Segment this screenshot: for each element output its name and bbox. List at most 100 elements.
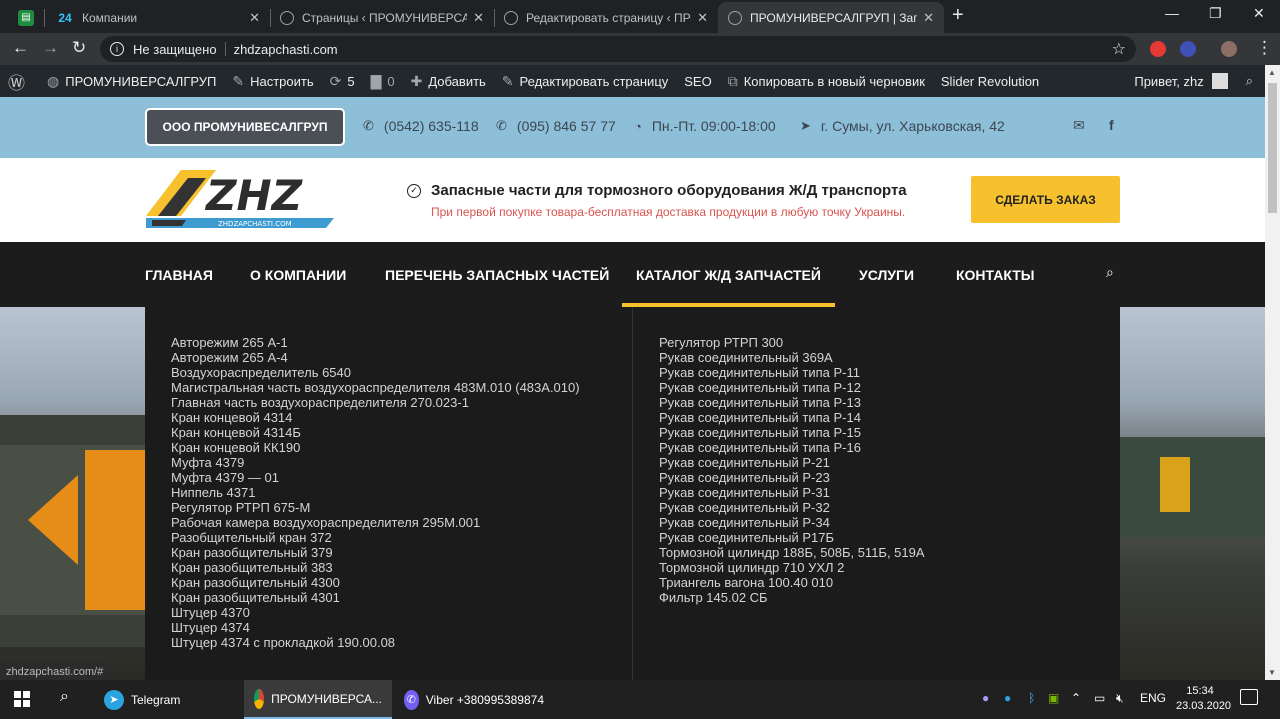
catalog-link[interactable]: Тормозной цилиндр 710 УХЛ 2 [659, 560, 925, 575]
catalog-link[interactable]: Рукав соединительный Р-34 [659, 515, 925, 530]
wp-add-new[interactable]: ✚ Добавить [403, 73, 494, 90]
catalog-link[interactable]: Штуцер 4370 [171, 605, 580, 620]
catalog-link[interactable]: Рукав соединительный типа Р-13 [659, 395, 925, 410]
catalog-link[interactable]: Муфта 4379 — 01 [171, 470, 580, 485]
nvidia-icon[interactable]: ▣ [1048, 691, 1059, 705]
wp-slider-revolution[interactable]: Slider Revolution [933, 74, 1047, 89]
close-window-icon[interactable]: ✕ [1253, 5, 1265, 22]
language-indicator[interactable]: ENG [1140, 691, 1166, 705]
facebook-icon[interactable]: f [1109, 117, 1114, 133]
windows-start-icon[interactable] [14, 691, 30, 707]
taskbar-viber[interactable]: ✆ Viber +380995389874 [394, 680, 554, 719]
search-icon[interactable]: ⌕ [60, 688, 69, 706]
reload-icon[interactable]: ↻ [72, 38, 86, 58]
close-icon[interactable]: ✕ [249, 10, 260, 26]
zhz-logo[interactable]: ZHZ ZHDZAPCHASTI.COM [146, 170, 336, 230]
tab-sheets[interactable]: ▤ [8, 2, 48, 33]
catalog-link[interactable]: Кран разобщительный 4301 [171, 590, 580, 605]
profile-avatar[interactable] [1221, 41, 1237, 57]
viber-tray-icon[interactable]: ● [982, 691, 989, 705]
catalog-link[interactable]: Рукав соединительный типа Р-11 [659, 365, 925, 380]
wp-copy-draft[interactable]: ⧉ Копировать в новый черновик [720, 73, 933, 90]
catalog-link[interactable]: Штуцер 4374 [171, 620, 580, 635]
catalog-link[interactable]: Рукав соединительный Р-32 [659, 500, 925, 515]
telegram-tray-icon[interactable]: ● [1004, 691, 1011, 705]
tab-companies[interactable]: 24 Компании ✕ [46, 2, 270, 33]
wp-seo[interactable]: SEO [676, 74, 719, 89]
bookmark-star-icon[interactable]: ☆ [1112, 39, 1126, 59]
catalog-link[interactable]: Воздухораспределитель 6540 [171, 365, 580, 380]
catalog-link[interactable]: Регулятор РТРП 300 [659, 335, 925, 350]
wp-site-name[interactable]: ◍ ПРОМУНИВЕРСАЛГРУП [39, 73, 224, 90]
close-icon[interactable]: ✕ [923, 10, 934, 26]
wp-customize[interactable]: ✎ Настроить [224, 73, 321, 90]
page-scrollbar[interactable]: ▲ ▼ [1265, 65, 1280, 680]
catalog-link[interactable]: Рукав соединительный 369А [659, 350, 925, 365]
catalog-link[interactable]: Кран разобщительный 383 [171, 560, 580, 575]
tab-pages[interactable]: Страницы ‹ ПРОМУНИВЕРСАЛГ ✕ [270, 2, 494, 33]
restore-icon[interactable]: ❐ [1209, 5, 1222, 22]
battery-icon[interactable]: ▭ [1094, 691, 1105, 705]
wp-updates[interactable]: ⟳ 5 [322, 73, 363, 90]
catalog-link[interactable]: Кран разобщительный 379 [171, 545, 580, 560]
url-text[interactable]: zhdzapchasti.com [234, 42, 338, 57]
catalog-link[interactable]: Ниппель 4371 [171, 485, 580, 500]
catalog-link[interactable]: Авторежим 265 А-4 [171, 350, 580, 365]
catalog-link[interactable]: Разобщительный кран 372 [171, 530, 580, 545]
catalog-link[interactable]: Триангель вагона 100.40 010 [659, 575, 925, 590]
search-icon[interactable]: ⌕ [1106, 264, 1114, 281]
catalog-link[interactable]: Муфта 4379 [171, 455, 580, 470]
catalog-link[interactable]: Регулятор РТРП 675-М [171, 500, 580, 515]
catalog-link[interactable]: Кран концевой 4314Б [171, 425, 580, 440]
menu-item-parts-list[interactable]: ПЕРЕЧЕНЬ ЗАПАСНЫХ ЧАСТЕЙ [385, 242, 609, 307]
catalog-link[interactable]: Рукав соединительный Р-21 [659, 455, 925, 470]
menu-item-about[interactable]: О КОМПАНИИ [250, 242, 346, 307]
catalog-link[interactable]: Кран разобщительный 4300 [171, 575, 580, 590]
close-icon[interactable]: ✕ [697, 10, 708, 26]
wp-logo-icon[interactable]: Ⓦ [0, 69, 39, 94]
catalog-link[interactable]: Рукав соединительный типа Р-16 [659, 440, 925, 455]
catalog-link[interactable]: Тормозной цилиндр 188Б, 508Б, 511Б, 519А [659, 545, 925, 560]
search-icon[interactable]: ⌕ [1246, 73, 1253, 89]
chevron-up-icon[interactable]: ⌃ [1071, 691, 1081, 705]
wp-comments[interactable]: ▇ 0 [363, 73, 403, 90]
volume-muted-icon[interactable]: 🔇︎ [1116, 691, 1124, 706]
bluetooth-icon[interactable]: ᛒ [1028, 691, 1035, 705]
catalog-link[interactable]: Магистральная часть воздухораспределител… [171, 380, 580, 395]
catalog-link[interactable]: Фильтр 145.02 СБ [659, 590, 925, 605]
menu-item-home[interactable]: ГЛАВНАЯ [145, 242, 213, 307]
catalog-link[interactable]: Рукав соединительный Р-31 [659, 485, 925, 500]
catalog-link[interactable]: Рукав соединительный типа Р-15 [659, 425, 925, 440]
menu-item-services[interactable]: УСЛУГИ [859, 242, 914, 307]
taskbar-telegram[interactable]: ➤ Telegram [94, 680, 242, 719]
close-icon[interactable]: ✕ [473, 10, 484, 26]
catalog-link[interactable]: Рукав соединительный Р-23 [659, 470, 925, 485]
phone-2[interactable]: ✆ (095) 846 57 77 [496, 118, 616, 134]
back-icon[interactable]: ← [12, 38, 29, 58]
tab-site-active[interactable]: ПРОМУНИВЕРСАЛГРУП | Запчас ✕ [718, 2, 944, 33]
extension-icon[interactable] [1150, 41, 1166, 57]
menu-kebab-icon[interactable]: ⋮ [1256, 38, 1273, 58]
menu-item-contacts[interactable]: КОНТАКТЫ [956, 242, 1034, 307]
company-button[interactable]: ООО ПРОМУНИВЕСАЛГРУП [145, 108, 345, 146]
catalog-link[interactable]: Рукав соединительный типа Р-14 [659, 410, 925, 425]
forward-icon[interactable]: → [42, 38, 59, 58]
order-button[interactable]: СДЕЛАТЬ ЗАКАЗ [971, 176, 1120, 223]
wp-edit-page[interactable]: ✎ Редактировать страницу [494, 73, 676, 90]
tab-edit-page[interactable]: Редактировать страницу ‹ ПРОМ ✕ [494, 2, 718, 33]
taskbar-chrome[interactable]: ПРОМУНИВЕРСА... [244, 680, 392, 719]
catalog-link[interactable]: Рукав соединительный Р17Б [659, 530, 925, 545]
catalog-link[interactable]: Штуцер 4374 с прокладкой 190.00.08 [171, 635, 580, 650]
address-bar[interactable]: i Не защищено zhdzapchasti.com ☆ [100, 36, 1136, 62]
new-tab-button[interactable]: + [952, 4, 964, 27]
catalog-link[interactable]: Кран концевой КК190 [171, 440, 580, 455]
catalog-link[interactable]: Рабочая камера воздухораспределителя 295… [171, 515, 580, 530]
clock[interactable]: 15:34 23.03.2020 [1176, 684, 1231, 714]
minimize-icon[interactable]: — [1165, 5, 1179, 21]
catalog-link[interactable]: Главная часть воздухораспределителя 270.… [171, 395, 580, 410]
email-icon[interactable]: ✉ [1073, 117, 1085, 134]
notifications-icon[interactable] [1240, 689, 1258, 705]
catalog-link[interactable]: Кран концевой 4314 [171, 410, 580, 425]
catalog-link[interactable]: Рукав соединительный типа Р-12 [659, 380, 925, 395]
extension-icon[interactable] [1180, 41, 1196, 57]
